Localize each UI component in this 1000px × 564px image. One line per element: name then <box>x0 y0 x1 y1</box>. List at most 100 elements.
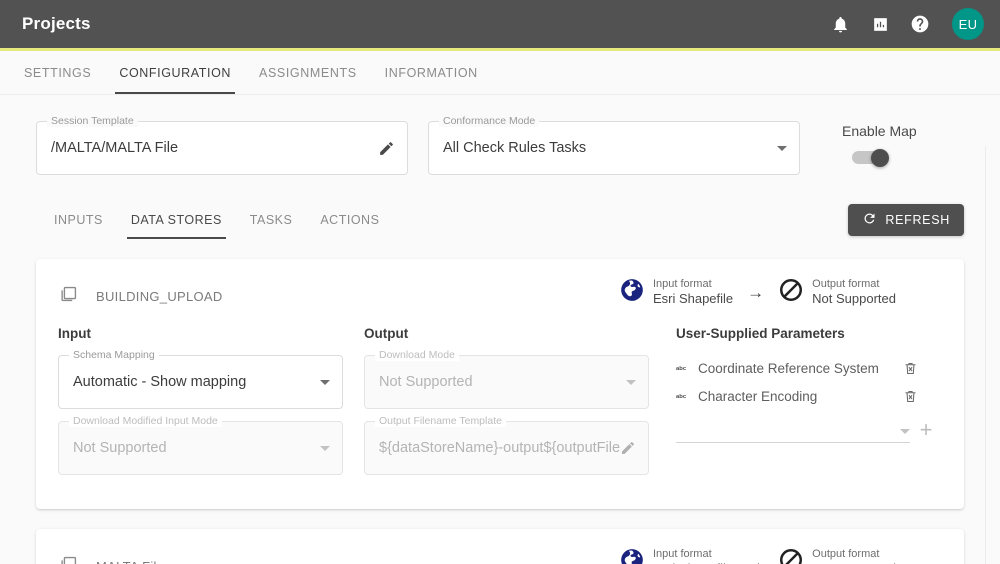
input-format-text: Input format Esri Shapefile <box>653 278 733 308</box>
session-template-field[interactable]: Session Template /MALTA/MALTA File <box>36 115 408 175</box>
svg-text:abc: abc <box>676 366 687 372</box>
secondary-tab-bar: INPUTS DATA STORES TASKS ACTIONS <box>36 201 848 239</box>
enable-map-group: Enable Map <box>820 121 917 167</box>
output-format-item: Output format Not Supported <box>778 277 896 308</box>
subtab-data-stores[interactable]: DATA STORES <box>117 201 236 239</box>
not-supported-icon <box>778 547 804 564</box>
datastore-toolbar: INPUTS DATA STORES TASKS ACTIONS REFRESH <box>36 201 964 239</box>
scroll-body[interactable]: Session Template /MALTA/MALTA File Confo… <box>0 95 1000 564</box>
conformance-mode-field[interactable]: Conformance Mode All Check Rules Tasks <box>428 115 800 175</box>
parameters-column: User-Supplied Parameters abc Coordinate … <box>670 326 942 487</box>
page-edge-divider <box>985 146 986 564</box>
session-template-label: Session Template <box>47 115 138 127</box>
datastore-identity: MALTA File <box>58 547 164 564</box>
input-format-value: Esri Shapefile <box>652 291 734 307</box>
output-format-value: Not Supported <box>812 291 896 307</box>
parameters-column-title: User-Supplied Parameters <box>676 326 845 341</box>
pencil-edit-icon[interactable] <box>620 440 636 456</box>
subtab-tasks[interactable]: TASKS <box>236 201 307 239</box>
tab-label: INFORMATION <box>384 65 478 80</box>
add-parameter-row: + <box>676 419 942 443</box>
input-format-caption: Input format <box>652 277 712 290</box>
enable-map-toggle[interactable] <box>852 149 894 167</box>
input-format-caption: Input format <box>652 547 712 560</box>
not-supported-icon <box>778 277 804 308</box>
subtab-actions[interactable]: ACTIONS <box>306 201 393 239</box>
arrow-right-icon: → <box>747 553 765 564</box>
help-circle-icon[interactable] <box>908 12 932 36</box>
layers-copy-icon <box>58 553 80 564</box>
chevron-down-icon <box>626 379 636 385</box>
download-mode-value: Not Supported <box>379 374 473 390</box>
datastore-name: MALTA File <box>96 559 164 564</box>
input-column: Input Schema Mapping Automatic - Show ma… <box>58 326 364 487</box>
subtab-inputs[interactable]: INPUTS <box>36 201 117 239</box>
enable-map-label: Enable Map <box>842 123 917 139</box>
globe-icon <box>619 277 645 308</box>
input-format-text: Input format Esri Shapefile <box>653 548 733 564</box>
tab-assignments[interactable]: ASSIGNMENTS <box>245 51 371 94</box>
user-avatar[interactable]: EU <box>952 8 984 40</box>
datastore-card-header: BUILDING_UPLOAD Input format Esri Shapef… <box>58 277 942 310</box>
schema-mapping-label: Schema Mapping <box>69 349 159 361</box>
parameter-label: Coordinate Reference System <box>698 360 879 376</box>
output-format-text: Output format Not Supported <box>812 278 896 308</box>
schema-mapping-value: Automatic - Show mapping <box>73 374 247 390</box>
output-format-caption: Output format <box>812 277 880 290</box>
input-column-title: Input <box>58 326 91 341</box>
schema-mapping-field[interactable]: Schema Mapping Automatic - Show mapping <box>58 349 343 409</box>
parameter-label: Character Encoding <box>698 388 818 404</box>
refresh-button[interactable]: REFRESH <box>848 204 964 236</box>
datastore-card: MALTA File Input format Esri Shapefile <box>36 529 964 564</box>
toggle-thumb <box>871 149 889 167</box>
output-format-item: Output format Not Supported <box>778 547 896 564</box>
layers-copy-icon <box>58 283 80 310</box>
globe-icon <box>619 547 645 564</box>
page-title: Projects <box>22 14 91 33</box>
primary-tab-bar: SETTINGS CONFIGURATION ASSIGNMENTS INFOR… <box>0 51 1000 95</box>
tab-information[interactable]: INFORMATION <box>371 51 492 94</box>
configuration-content: Session Template /MALTA/MALTA File Confo… <box>0 95 1000 564</box>
session-template-value: /MALTA/MALTA File <box>51 140 179 156</box>
download-mode-label: Download Mode <box>375 349 459 361</box>
subtab-label: INPUTS <box>54 213 103 227</box>
conformance-mode-label: Conformance Mode <box>439 115 540 127</box>
output-filename-template-value: ${dataStoreName}-output${outputFileExte <box>379 440 620 456</box>
output-column-title: Output <box>364 326 409 341</box>
arrow-right-icon: → <box>747 283 765 302</box>
format-summary: Input format Esri Shapefile → Output for… <box>619 277 942 308</box>
chevron-down-icon[interactable] <box>900 429 910 434</box>
refresh-button-label: REFRESH <box>885 213 950 227</box>
tab-label: CONFIGURATION <box>119 65 232 80</box>
refresh-icon <box>862 211 877 229</box>
pencil-edit-icon[interactable] <box>378 140 395 157</box>
analytics-chart-icon[interactable] <box>868 12 892 36</box>
add-parameter-select[interactable] <box>676 421 910 443</box>
chevron-down-icon[interactable] <box>320 379 330 385</box>
output-filename-template-label: Output Filename Template <box>375 415 506 427</box>
parameter-row: abc Character Encoding <box>676 383 942 409</box>
output-filename-template-field: Output Filename Template ${dataStoreName… <box>364 415 649 475</box>
trash-delete-icon[interactable] <box>900 361 920 376</box>
tab-settings[interactable]: SETTINGS <box>10 51 105 94</box>
tab-configuration[interactable]: CONFIGURATION <box>105 51 245 94</box>
plus-add-icon[interactable]: + <box>910 419 942 443</box>
datastore-card-header: MALTA File Input format Esri Shapefile <box>58 547 942 564</box>
download-modified-input-mode-value: Not Supported <box>73 440 167 456</box>
trash-delete-icon[interactable] <box>900 389 920 404</box>
header-actions: EU <box>828 8 984 40</box>
datastore-columns: Input Schema Mapping Automatic - Show ma… <box>58 326 942 487</box>
subtab-label: ACTIONS <box>320 213 380 227</box>
subtab-label: TASKS <box>249 213 293 227</box>
notifications-bell-icon[interactable] <box>828 12 852 36</box>
chevron-down-icon[interactable] <box>777 145 787 151</box>
output-format-text: Output format Not Supported <box>812 548 896 564</box>
datastore-card: BUILDING_UPLOAD Input format Esri Shapef… <box>36 259 964 509</box>
tab-label: SETTINGS <box>24 65 92 80</box>
input-format-item: Input format Esri Shapefile <box>619 547 733 564</box>
abc-text-icon: abc <box>676 391 698 401</box>
download-modified-input-mode-label: Download Modified Input Mode <box>69 415 222 427</box>
output-column: Output Download Mode Not Supported Outpu… <box>364 326 670 487</box>
output-format-caption: Output format <box>812 547 880 560</box>
parameter-row: abc Coordinate Reference System <box>676 355 942 381</box>
